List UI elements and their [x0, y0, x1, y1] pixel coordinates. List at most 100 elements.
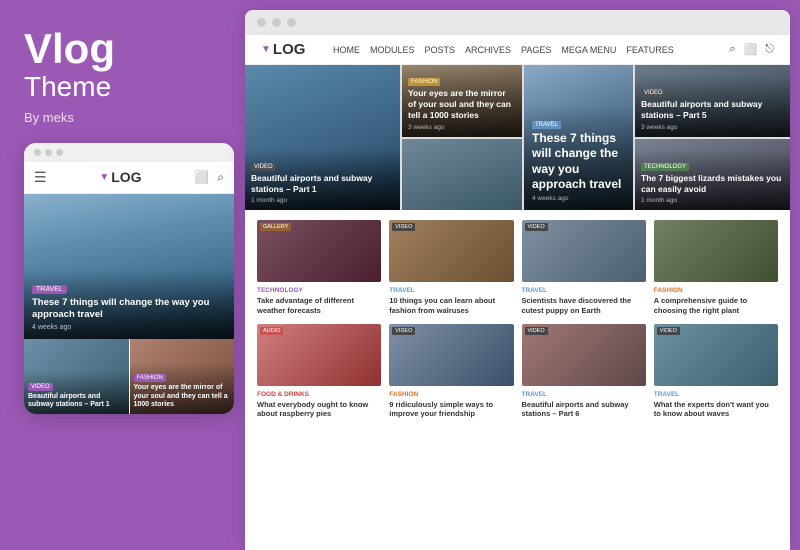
mobile-search-icon[interactable]: ⌕: [217, 170, 224, 185]
grid-thumb-tag-3: VIDEO: [525, 223, 548, 231]
logo-triangle: ▼: [99, 172, 109, 183]
grid-item-1[interactable]: GALLERY TECHNOLOGY Take advantage of dif…: [257, 220, 381, 316]
hero-title-5: The 7 biggest lizards mistakes you can e…: [641, 173, 784, 195]
grid-thumb-tag-8: VIDEO: [657, 327, 680, 335]
hero-tag-1: VIDEO: [251, 163, 276, 171]
mobile-nav: ☰ ▼ LOG ⬜ ⌕: [24, 162, 234, 194]
nav-features[interactable]: FEATURES: [626, 45, 673, 55]
grid-title-5: What everybody ought to know about raspb…: [257, 400, 381, 420]
grid-category-5: FOOD & DRINKS: [257, 391, 381, 398]
grid-item-5[interactable]: AUDIO FOOD & DRINKS What everybody ought…: [257, 324, 381, 420]
browser-dot-2: [272, 18, 281, 27]
grid-category-8: TRAVEL: [654, 391, 778, 398]
hero-tag-4: VIDEO: [641, 89, 666, 97]
mobile-icons: ⬜ ⌕: [194, 170, 224, 185]
grid-title-3: Scientists have discovered the cutest pu…: [522, 296, 646, 316]
site-nav: HOME MODULES POSTS ARCHIVES PAGES MEGA M…: [333, 45, 717, 55]
grid-title-6: 9 ridiculously simple ways to improve yo…: [389, 400, 513, 420]
grid-thumb-tag-1: GALLERY: [260, 223, 291, 231]
browser-content: ▼ LOG HOME MODULES POSTS ARCHIVES PAGES …: [245, 35, 790, 550]
mobile-mockup: ☰ ▼ LOG ⬜ ⌕ TRAVEL These 7 things will c…: [24, 143, 234, 414]
mobile-dot-1: [34, 149, 41, 156]
grid-title-7: Beautiful airports and subway stations –…: [522, 400, 646, 420]
mobile-grid-item-1: VIDEO Beautiful airports and subway stat…: [24, 339, 130, 414]
left-panel: Vlog Theme By meks ☰ ▼ LOG ⬜ ⌕: [0, 0, 245, 550]
mobile-hero: TRAVEL These 7 things will change the wa…: [24, 194, 234, 339]
site-logo-text: LOG: [273, 41, 306, 58]
browser-chrome-bar: [245, 10, 790, 35]
grid-thumb-tag-2: VIDEO: [392, 223, 415, 231]
grid-thumb-2: VIDEO: [389, 220, 513, 282]
mobile-grid-title-2: Your eyes are the mirror of your soul an…: [134, 384, 231, 409]
monitor-icon[interactable]: ⬜: [744, 43, 758, 56]
grid-category-6: FASHION: [389, 391, 513, 398]
mobile-logo: ▼ LOG: [53, 169, 189, 185]
nav-posts[interactable]: POSTS: [425, 45, 456, 55]
grid-thumb-8: VIDEO: [654, 324, 778, 386]
hero-center-date: 4 weeks ago: [532, 195, 625, 202]
hero-date-5: 1 month ago: [641, 197, 784, 204]
brand-title: Vlog: [24, 28, 221, 70]
nav-archives[interactable]: ARCHIVES: [465, 45, 511, 55]
mobile-dot-3: [56, 149, 63, 156]
hero-middle: FASHION Your eyes are the mirror of your…: [402, 65, 633, 210]
mobile-dot-2: [45, 149, 52, 156]
mobile-hero-date: 4 weeks ago: [32, 324, 226, 331]
share-icon[interactable]: ⎋: [765, 43, 774, 56]
nav-pages[interactable]: PAGES: [521, 45, 551, 55]
hero-card-center[interactable]: TRAVEL These 7 things will change the wa…: [524, 65, 633, 210]
mobile-grid-overlay-2: FASHION Your eyes are the mirror of your…: [130, 362, 235, 413]
grid-row-2: AUDIO FOOD & DRINKS What everybody ought…: [257, 324, 778, 420]
grid-item-8[interactable]: VIDEO TRAVEL What the experts don't want…: [654, 324, 778, 420]
hamburger-icon[interactable]: ☰: [34, 169, 47, 186]
hero-col-left-sub: FASHION Your eyes are the mirror of your…: [402, 65, 522, 210]
hero-overlay-1: VIDEO Beautiful airports and subway stat…: [245, 149, 400, 210]
hero-center-tag: TRAVEL: [532, 121, 561, 129]
hero-card-1[interactable]: VIDEO Beautiful airports and subway stat…: [245, 65, 400, 210]
grid-title-8: What the experts don't want you to know …: [654, 400, 778, 420]
site-logo-triangle: ▼: [261, 44, 271, 55]
grid-item-7[interactable]: VIDEO TRAVEL Beautiful airports and subw…: [522, 324, 646, 420]
grid-thumb-3: VIDEO: [522, 220, 646, 282]
grid-thumb-5: AUDIO: [257, 324, 381, 386]
mobile-hero-tag: TRAVEL: [32, 285, 67, 294]
mobile-grid-item-2: FASHION Your eyes are the mirror of your…: [130, 339, 235, 414]
brand-subtitle: Theme: [24, 70, 221, 104]
grid-row-1: GALLERY TECHNOLOGY Take advantage of dif…: [257, 220, 778, 316]
grid-item-2[interactable]: VIDEO TRAVEL 10 things you can learn abo…: [389, 220, 513, 316]
mobile-grid-tag-1: VIDEO: [28, 383, 53, 391]
hero-spacer: [402, 139, 522, 211]
hero-date-2: 3 weeks ago: [408, 124, 516, 131]
nav-mega-menu[interactable]: MEGA MENU: [561, 45, 616, 55]
grid-thumb-tag-6: VIDEO: [392, 327, 415, 335]
hero-card-4[interactable]: VIDEO Beautiful airports and subway stat…: [635, 65, 790, 137]
hero-section: VIDEO Beautiful airports and subway stat…: [245, 65, 790, 210]
nav-home[interactable]: HOME: [333, 45, 360, 55]
hero-overlay-5: TECHNOLOGY The 7 biggest lizards mistake…: [635, 149, 790, 210]
grid-thumb-4: [654, 220, 778, 282]
grid-item-3[interactable]: VIDEO TRAVEL Scientists have discovered …: [522, 220, 646, 316]
browser-dot-3: [287, 18, 296, 27]
search-icon[interactable]: ⌕: [729, 43, 735, 56]
mobile-grid-overlay-1: VIDEO Beautiful airports and subway stat…: [24, 371, 129, 414]
browser-panel: ▼ LOG HOME MODULES POSTS ARCHIVES PAGES …: [245, 10, 790, 550]
hero-date-4: 3 weeks ago: [641, 124, 784, 131]
mobile-grid-title-1: Beautiful airports and subway stations –…: [28, 393, 125, 410]
hero-col1: VIDEO Beautiful airports and subway stat…: [245, 65, 400, 210]
mobile-monitor-icon[interactable]: ⬜: [194, 170, 209, 185]
site-actions: ⌕ ⬜ ⎋: [729, 43, 774, 56]
grid-item-4[interactable]: FASHION A comprehensive guide to choosin…: [654, 220, 778, 316]
site-logo: ▼ LOG: [261, 41, 321, 58]
hero-title-1: Beautiful airports and subway stations –…: [251, 173, 394, 195]
hero-card-5[interactable]: TECHNOLOGY The 7 biggest lizards mistake…: [635, 139, 790, 211]
mobile-hero-title: These 7 things will change the way you a…: [32, 297, 226, 322]
grid-thumb-7: VIDEO: [522, 324, 646, 386]
hero-date-1: 1 month ago: [251, 197, 394, 204]
grid-category-2: TRAVEL: [389, 287, 513, 294]
hero-col3: VIDEO Beautiful airports and subway stat…: [635, 65, 790, 210]
grid-item-6[interactable]: VIDEO FASHION 9 ridiculously simple ways…: [389, 324, 513, 420]
nav-modules[interactable]: MODULES: [370, 45, 415, 55]
hero-card-2[interactable]: FASHION Your eyes are the mirror of your…: [402, 65, 522, 137]
mobile-top-bar: [24, 143, 234, 162]
grid-thumb-1: GALLERY: [257, 220, 381, 282]
